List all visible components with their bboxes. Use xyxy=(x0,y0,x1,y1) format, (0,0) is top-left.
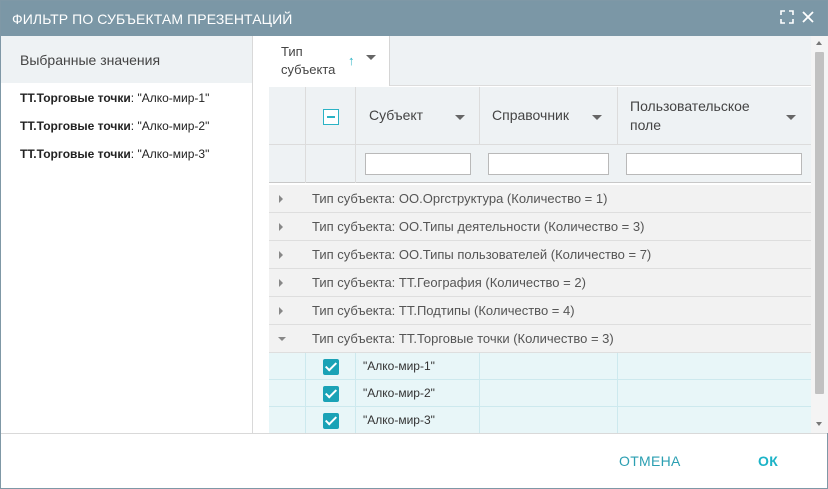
dialog-footer: ОТМЕНА ОК xyxy=(1,433,827,488)
chevron-down-icon[interactable] xyxy=(592,115,602,120)
select-all-checkbox[interactable] xyxy=(323,109,339,125)
expand-arrow-icon[interactable] xyxy=(279,223,283,231)
grouping-area: Тип субъекта ↑ xyxy=(269,36,811,86)
chevron-down-icon[interactable] xyxy=(455,115,465,120)
column-label: Справочник xyxy=(492,107,569,123)
group-label: Тип субъекта: ТТ.География (Количество =… xyxy=(312,275,586,290)
column-label: Субъект xyxy=(369,107,424,123)
group-row[interactable]: Тип субъекта: ТТ.Подтипы (Количество = 4… xyxy=(269,297,811,325)
column-header-row: Субъект Справочник Пользовательское поле xyxy=(269,87,811,145)
close-icon[interactable] xyxy=(800,10,816,26)
cancel-button[interactable]: ОТМЕНА xyxy=(619,453,681,469)
group-row[interactable]: Тип субъекта: ОО.Типы пользователей (Кол… xyxy=(269,241,811,269)
selected-item[interactable]: ТТ.Торговые точки: "Алко-мир-2" xyxy=(20,119,209,133)
row-checkbox[interactable] xyxy=(323,413,339,429)
column-label: Пользовательское поле xyxy=(630,98,750,133)
sort-ascending-icon[interactable]: ↑ xyxy=(348,53,355,68)
subject-cell: "Алко-мир-3" xyxy=(363,413,435,427)
table-row[interactable]: "Алко-мир-1" xyxy=(269,353,811,380)
collapse-arrow-icon[interactable] xyxy=(278,337,286,341)
group-by-chip[interactable]: Тип субъекта ↑ xyxy=(269,36,390,86)
expand-arrow-icon[interactable] xyxy=(279,195,283,203)
table-row[interactable]: "Алко-мир-3" xyxy=(269,407,811,433)
selected-values-header: Выбранные значения xyxy=(1,36,252,83)
dialog-title: ФИЛЬТР ПО СУБЪЕКТАМ ПРЕЗЕНТАЦИЙ xyxy=(12,11,293,27)
selected-values-panel: Выбранные значения ТТ.Торговые точки: "А… xyxy=(1,36,253,433)
subject-filter-input[interactable] xyxy=(365,153,471,175)
column-header-subject[interactable]: Субъект xyxy=(357,87,479,145)
group-by-label: Тип субъекта xyxy=(281,44,336,77)
selected-item-type: ТТ.Торговые точки xyxy=(20,119,131,133)
selected-item-type: ТТ.Торговые точки xyxy=(20,91,131,105)
group-label: Тип субъекта: ОО.Типы деятельности (Коли… xyxy=(312,219,645,234)
filter-dialog: ФИЛЬТР ПО СУБЪЕКТАМ ПРЕЗЕНТАЦИЙ Выбранны… xyxy=(0,0,828,489)
selected-item-value: : "Алко-мир-3" xyxy=(130,147,210,161)
expand-arrow-icon[interactable] xyxy=(279,251,283,259)
scroll-down-icon[interactable] xyxy=(816,422,822,426)
selected-item-value: : "Алко-мир-1" xyxy=(130,91,210,105)
expand-arrow-icon[interactable] xyxy=(279,279,283,287)
column-header-reference[interactable]: Справочник xyxy=(480,87,617,145)
chevron-down-icon[interactable] xyxy=(786,115,796,120)
vertical-scrollbar[interactable] xyxy=(811,36,828,433)
table-row[interactable]: "Алко-мир-2" xyxy=(269,380,811,407)
group-row[interactable]: Тип субъекта: ОО.Типы деятельности (Коли… xyxy=(269,213,811,241)
expand-arrow-icon[interactable] xyxy=(279,307,283,315)
selected-values-title: Выбранные значения xyxy=(20,52,161,68)
row-checkbox[interactable] xyxy=(323,386,339,402)
reference-filter-input[interactable] xyxy=(488,153,609,175)
group-label: Тип субъекта: ТТ.Торговые точки (Количес… xyxy=(312,331,614,346)
chevron-down-icon[interactable] xyxy=(366,55,376,60)
scroll-up-icon[interactable] xyxy=(816,41,822,45)
group-label: Тип субъекта: ОО.Типы пользователей (Кол… xyxy=(312,247,652,262)
group-row[interactable]: Тип субъекта: ТТ.География (Количество =… xyxy=(269,269,811,297)
scroll-thumb[interactable] xyxy=(815,52,824,394)
selected-item-type: ТТ.Торговые точки xyxy=(20,147,131,161)
title-bar: ФИЛЬТР ПО СУБЪЕКТАМ ПРЕЗЕНТАЦИЙ xyxy=(1,1,827,36)
column-header-custom-field[interactable]: Пользовательское поле xyxy=(618,87,811,145)
maximize-icon[interactable] xyxy=(779,10,795,26)
subjects-grid: Тип субъекта ↑ Субъект Справочник Пользо… xyxy=(269,36,811,433)
selected-item[interactable]: ТТ.Торговые точки: "Алко-мир-1" xyxy=(20,91,209,105)
subject-cell: "Алко-мир-1" xyxy=(363,359,435,373)
row-checkbox[interactable] xyxy=(323,359,339,375)
subject-cell: "Алко-мир-2" xyxy=(363,386,435,400)
selected-item[interactable]: ТТ.Торговые точки: "Алко-мир-3" xyxy=(20,147,209,161)
selected-item-value: : "Алко-мир-2" xyxy=(130,119,210,133)
custom-field-filter-input[interactable] xyxy=(626,153,802,175)
filter-row xyxy=(269,145,811,183)
group-row[interactable]: Тип субъекта: ОО.Оргструктура (Количеств… xyxy=(269,185,811,213)
ok-button[interactable]: ОК xyxy=(758,453,778,469)
group-row-expanded[interactable]: Тип субъекта: ТТ.Торговые точки (Количес… xyxy=(269,325,811,353)
group-label: Тип субъекта: ТТ.Подтипы (Количество = 4… xyxy=(312,303,575,318)
group-label: Тип субъекта: ОО.Оргструктура (Количеств… xyxy=(312,191,608,206)
